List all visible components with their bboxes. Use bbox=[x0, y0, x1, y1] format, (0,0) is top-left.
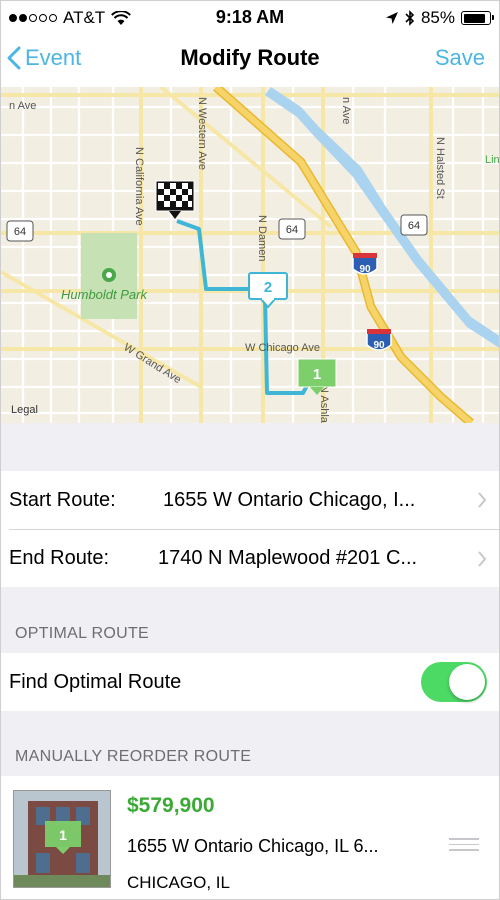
reorder-route-section-header: MANUALLY REORDER ROUTE bbox=[1, 711, 499, 776]
svg-text:N California Ave: N California Ave bbox=[133, 147, 145, 226]
start-route-row[interactable]: Start Route: 1655 W Ontario Chicago, I..… bbox=[1, 471, 499, 529]
svg-text:n Ave: n Ave bbox=[9, 100, 36, 112]
reorder-handle-icon[interactable] bbox=[449, 838, 479, 855]
listing-price: $579,900 bbox=[127, 794, 215, 817]
find-optimal-route-label: Find Optimal Route bbox=[9, 670, 182, 693]
start-route-value: 1655 W Ontario Chicago, I... bbox=[163, 488, 416, 511]
listing-city: CHICAGO, IL bbox=[127, 873, 230, 892]
page-title: Modify Route bbox=[180, 45, 320, 70]
route-64-shield-right: 64 bbox=[400, 214, 428, 236]
bluetooth-icon bbox=[405, 10, 415, 26]
arterial-roads bbox=[1, 87, 499, 423]
svg-text:Lin: Lin bbox=[485, 154, 500, 166]
route-64-shield-center: 64 bbox=[278, 218, 306, 240]
chevron-right-icon bbox=[478, 492, 487, 508]
route-64-shield-left: 64 bbox=[6, 220, 34, 242]
end-route-label: End Route: bbox=[9, 547, 110, 569]
battery-level-fill bbox=[463, 13, 485, 23]
save-button[interactable]: Save bbox=[435, 45, 485, 71]
chevron-right-icon bbox=[478, 550, 487, 567]
svg-text:90: 90 bbox=[373, 340, 385, 351]
svg-text:N Halsted St: N Halsted St bbox=[434, 137, 446, 199]
checkered-flag-marker[interactable] bbox=[155, 180, 195, 219]
listing-marker-icon: 1 bbox=[45, 821, 81, 854]
listing-row[interactable]: 1 $579,900 1655 W Ontario Chicago, IL 6.… bbox=[1, 776, 499, 899]
street-grid bbox=[1, 87, 499, 423]
toggle-knob bbox=[449, 664, 485, 700]
find-optimal-route-toggle[interactable] bbox=[421, 662, 487, 702]
listing-photo: 1 bbox=[13, 790, 111, 888]
svg-text:n Ave: n Ave bbox=[340, 97, 352, 124]
svg-text:1: 1 bbox=[313, 366, 321, 383]
navigation-bar: Event Modify Route Save bbox=[1, 33, 499, 87]
section-spacer bbox=[1, 423, 499, 471]
optimal-route-header-text: OPTIMAL ROUTE bbox=[15, 625, 149, 642]
optimal-route-section-header: OPTIMAL ROUTE bbox=[1, 587, 499, 653]
svg-text:64: 64 bbox=[408, 220, 420, 232]
phone-screen: AT&T 9:18 AM 85% Event Modify Route Save… bbox=[0, 0, 500, 900]
interstate-90-shield-bottom: 90 bbox=[366, 329, 392, 351]
svg-text:N Western Ave: N Western Ave bbox=[196, 97, 208, 170]
status-right: 85% bbox=[385, 8, 494, 28]
svg-text:2: 2 bbox=[264, 279, 272, 296]
end-route-row[interactable]: End Route: 1740 N Maplewood #201 C... bbox=[1, 530, 499, 587]
start-route-label: Start Route: bbox=[9, 488, 116, 511]
svg-text:64: 64 bbox=[14, 226, 26, 238]
reorder-route-header-text: MANUALLY REORDER ROUTE bbox=[15, 748, 252, 765]
battery-percent: 85% bbox=[420, 8, 455, 27]
location-arrow-icon bbox=[385, 12, 398, 24]
svg-text:W Chicago Ave: W Chicago Ave bbox=[245, 342, 320, 354]
battery-icon bbox=[461, 11, 494, 25]
listing-address: 1655 W Ontario Chicago, IL 6... bbox=[127, 836, 379, 856]
interstate-90-shield-top: 90 bbox=[352, 253, 378, 275]
svg-text:Legal: Legal bbox=[11, 404, 38, 416]
route-map[interactable]: 64 64 64 90 90 n Ave N Western Ave N Cal… bbox=[1, 87, 500, 423]
park-label: Humboldt Park bbox=[61, 287, 148, 302]
svg-text:90: 90 bbox=[359, 264, 371, 275]
svg-text:N Damen: N Damen bbox=[256, 215, 268, 261]
find-optimal-route-row: Find Optimal Route bbox=[1, 653, 499, 711]
svg-text:64: 64 bbox=[286, 224, 298, 236]
status-bar: AT&T 9:18 AM 85% bbox=[1, 1, 499, 33]
svg-text:1: 1 bbox=[59, 827, 67, 843]
end-route-value: 1740 N Maplewood #201 C... bbox=[158, 547, 418, 569]
